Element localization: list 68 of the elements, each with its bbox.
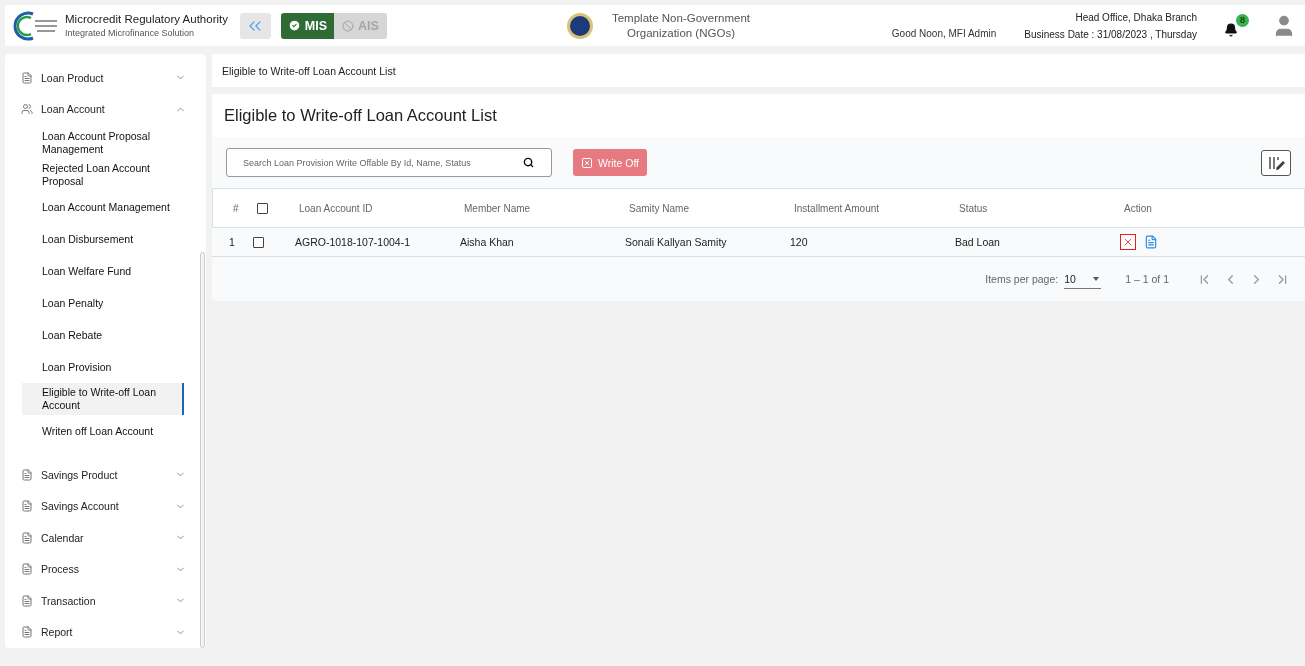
page-range: 1 – 1 of 1 xyxy=(1125,273,1169,285)
items-per-page-select[interactable]: 10 xyxy=(1064,269,1102,289)
table-cell-text: 1 xyxy=(229,236,236,248)
sidebar-group[interactable]: Savings Account xyxy=(5,490,206,522)
document-icon xyxy=(21,594,33,607)
sidebar-item[interactable]: Eligible to Write-off Loan Account xyxy=(22,383,184,415)
items-per-page-label: Items per page: xyxy=(985,273,1059,285)
breadcrumb: Eligible to Write-off Loan Account List xyxy=(212,54,1305,87)
write-off-row-button[interactable] xyxy=(1120,234,1136,250)
sidebar-item[interactable]: Loan Penalty xyxy=(22,287,184,319)
sidebar-group[interactable]: Loan Product xyxy=(5,62,206,94)
greeting: Good Noon, MFI Admin xyxy=(891,28,997,39)
column-header: Status xyxy=(959,202,989,214)
search-icon xyxy=(523,157,534,168)
sidebar-group[interactable]: Transaction xyxy=(5,585,206,617)
scrollbar[interactable] xyxy=(200,252,205,648)
people-icon xyxy=(21,103,33,116)
document-icon xyxy=(21,531,33,544)
document-icon xyxy=(21,626,33,639)
x-square-icon xyxy=(581,156,593,169)
branch-name: Head Office, Dhaka Branch xyxy=(1075,11,1197,23)
sidebar-group[interactable]: Calendar xyxy=(5,522,206,554)
table-cell-text: Aisha Khan xyxy=(460,236,515,248)
sidebar-item[interactable]: Loan Account Proposal Management xyxy=(22,127,184,159)
sidebar-item[interactable]: Writen off Loan Account xyxy=(22,415,184,447)
document-icon xyxy=(21,71,33,84)
org-title: Microcredit Regulatory Authority xyxy=(65,13,228,25)
sidebar-item[interactable]: Loan Provision xyxy=(22,351,184,383)
notification-button[interactable] xyxy=(1223,21,1239,38)
document-icon xyxy=(1144,235,1158,249)
search-field[interactable]: Search Loan Provision Write Offable By Id, Name, Status xyxy=(226,148,552,177)
sidebar-group[interactable]: Report xyxy=(5,616,206,648)
column-header: Samity Name xyxy=(629,202,690,214)
document-icon xyxy=(21,563,33,576)
collapse-sidebar-button[interactable] xyxy=(240,12,271,39)
document-icon xyxy=(21,500,33,513)
column-header: # xyxy=(233,202,240,214)
table-cell-text: AGRO-1018-107-1004-1 xyxy=(295,236,411,248)
column-header: Installment Amount xyxy=(794,202,881,214)
table-cell-text: Bad Loan xyxy=(955,236,1001,248)
sidebar-item[interactable]: Loan Disbursement xyxy=(22,223,184,255)
column-header: Member Name xyxy=(464,202,532,214)
emblem-icon xyxy=(567,12,593,39)
close-icon xyxy=(1122,236,1134,248)
view-document-button[interactable] xyxy=(1144,235,1158,249)
sidebar-group[interactable]: Savings Product xyxy=(5,459,206,491)
organization-name: Template Non-Government Organization (NGOs) xyxy=(610,10,751,41)
notification-count: 8 xyxy=(1236,13,1249,27)
sidebar-group[interactable]: Loan Account xyxy=(5,93,206,125)
sidebar-group[interactable]: Process xyxy=(5,553,206,585)
sidebar-item[interactable]: Loan Account Management xyxy=(22,191,184,223)
business-date: Business Date : 31/08/2023 , Thursday xyxy=(1024,28,1197,40)
column-header: Action xyxy=(1124,202,1153,214)
select-all-checkbox[interactable] xyxy=(257,202,268,214)
table-cell-text: 120 xyxy=(790,236,809,248)
table-cell-text: Sonali Kallyan Samity xyxy=(625,236,728,248)
org-subtitle: Integrated Microfinance Solution xyxy=(65,28,196,38)
sidebar-item[interactable]: Loan Rebate xyxy=(22,319,184,351)
check-circle-icon xyxy=(287,19,301,32)
mode-toggle[interactable]: MIS xyxy=(281,12,334,39)
row-checkbox[interactable] xyxy=(253,236,264,248)
document-icon xyxy=(21,468,33,481)
ban-icon xyxy=(342,19,355,32)
column-header: Loan Account ID xyxy=(299,202,374,214)
page-title: Eligible to Write-off Loan Account List xyxy=(212,94,1305,137)
sidebar-item[interactable]: Loan Welfare Fund xyxy=(22,255,184,287)
column-edit-button[interactable] xyxy=(1261,149,1291,176)
sidebar-item[interactable]: Rejected Loan Account Proposal xyxy=(22,159,184,191)
